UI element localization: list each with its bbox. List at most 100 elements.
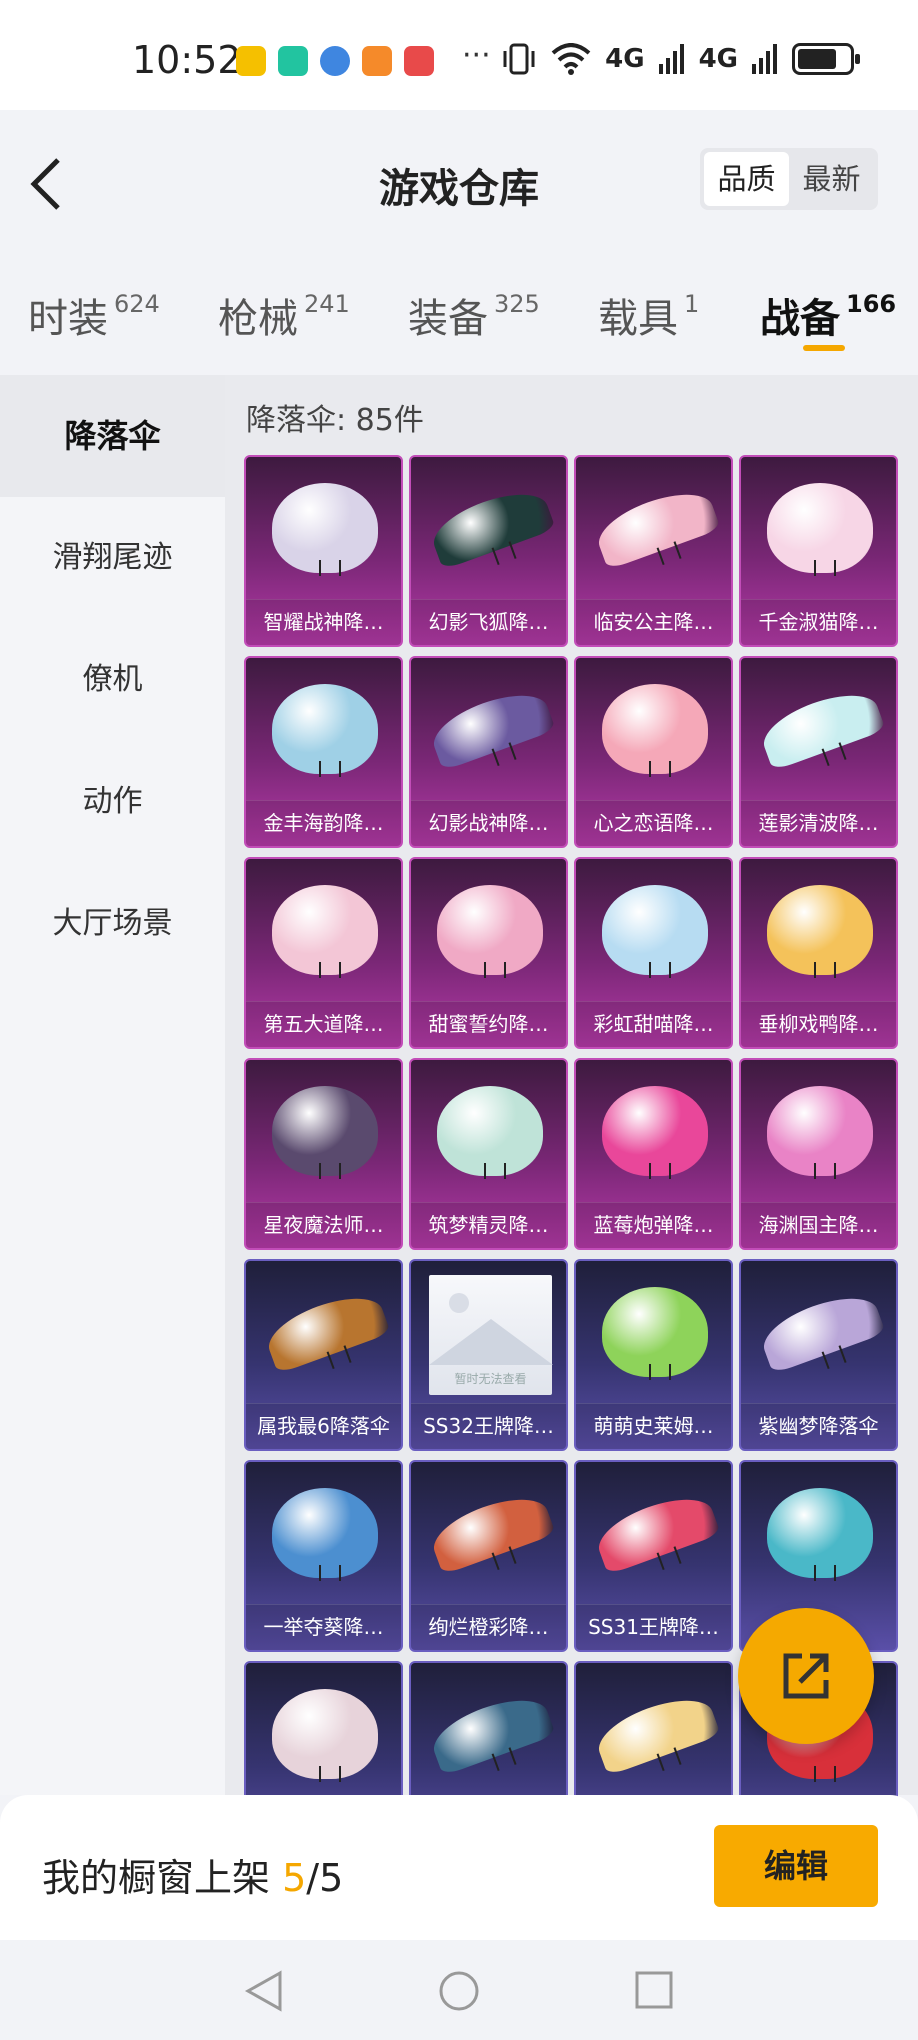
parachute-name: 千金淑猫降… bbox=[741, 599, 896, 645]
signal-1-label: 4G bbox=[605, 44, 645, 74]
image-placeholder: 暂时无法查看 bbox=[429, 1275, 553, 1395]
parachute-card[interactable]: 第五大道降… bbox=[244, 857, 403, 1049]
parachute-image bbox=[426, 1687, 556, 1777]
wifi-icon bbox=[551, 43, 591, 75]
parachute-card[interactable]: 蓝莓炮弹降… bbox=[574, 1058, 733, 1250]
parachute-card[interactable]: 一举夺葵降… bbox=[244, 1460, 403, 1652]
signal-2-icon bbox=[752, 44, 777, 74]
parachute-card[interactable]: 彩虹甜喵降… bbox=[574, 857, 733, 1049]
battery-icon bbox=[792, 43, 860, 75]
parachute-image bbox=[767, 483, 873, 577]
parachute-card[interactable]: 千金淑猫降… bbox=[739, 455, 898, 647]
parachute-card[interactable]: 莲影清波降… bbox=[739, 656, 898, 848]
parachute-name: 甜蜜誓约降… bbox=[411, 1001, 566, 1047]
parachute-name: 萌萌史莱姆… bbox=[576, 1403, 731, 1449]
sidebar-item-emote[interactable]: 动作 bbox=[0, 741, 225, 863]
parachute-card[interactable]: 幻影飞狐降… bbox=[409, 455, 568, 647]
vibrate-icon bbox=[503, 43, 535, 75]
parachute-name: 海渊国主降… bbox=[741, 1202, 896, 1248]
tab-count: 624 bbox=[114, 290, 160, 318]
parachute-name: 星夜魔法师… bbox=[246, 1202, 401, 1248]
parachute-card[interactable]: 幻影战神降… bbox=[409, 656, 568, 848]
parachute-card[interactable]: 萌萌史莱姆… bbox=[574, 1259, 733, 1451]
sidebar-item-wingman[interactable]: 僚机 bbox=[0, 619, 225, 741]
parachute-image bbox=[602, 885, 708, 979]
app-header: 游戏仓库 品质 最新 bbox=[0, 110, 918, 250]
parachute-name: 金丰海韵降… bbox=[246, 800, 401, 846]
status-app-icons bbox=[236, 46, 434, 76]
parachute-card[interactable]: 心之恋语降… bbox=[574, 656, 733, 848]
share-icon bbox=[783, 1653, 829, 1699]
nav-back-icon[interactable] bbox=[244, 1970, 284, 2012]
parachute-card[interactable]: 筑梦精灵降… bbox=[409, 1058, 568, 1250]
parachute-card[interactable]: 紫幽梦降落伞 bbox=[739, 1259, 898, 1451]
tab-label: 载具 bbox=[598, 296, 678, 342]
tab-firearms[interactable]: 枪械 241 bbox=[218, 286, 350, 344]
nav-home-icon[interactable] bbox=[438, 1970, 480, 2012]
parachute-name: 幻影战神降… bbox=[411, 800, 566, 846]
parachute-image bbox=[602, 1287, 708, 1381]
sort-option-quality[interactable]: 品质 bbox=[704, 152, 789, 206]
tab-vehicles[interactable]: 载具 1 bbox=[598, 286, 699, 344]
parachute-image bbox=[261, 1285, 391, 1375]
parachute-card[interactable]: 垂柳戏鸭降… bbox=[739, 857, 898, 1049]
parachute-card[interactable]: SS31王牌降… bbox=[574, 1460, 733, 1652]
parachute-name: 智耀战神降… bbox=[246, 599, 401, 645]
parachute-card[interactable]: 甜蜜誓约降… bbox=[409, 857, 568, 1049]
showcase-text: 我的橱窗上架 bbox=[42, 1856, 283, 1900]
parachute-card[interactable]: 属我最6降落伞 bbox=[244, 1259, 403, 1451]
parachute-image bbox=[272, 483, 378, 577]
app-icon-book bbox=[404, 46, 434, 76]
parachute-name: 紫幽梦降落伞 bbox=[741, 1403, 896, 1449]
parachute-name: 筑梦精灵降… bbox=[411, 1202, 566, 1248]
parachute-name: 心之恋语降… bbox=[576, 800, 731, 846]
tab-count: 166 bbox=[846, 290, 897, 318]
showcase-separator: / bbox=[306, 1856, 320, 1900]
sort-option-newest[interactable]: 最新 bbox=[789, 152, 874, 206]
parachute-card[interactable]: 暂时无法查看 SS32王牌降… bbox=[409, 1259, 568, 1451]
tab-supplies[interactable]: 战备 166 bbox=[760, 286, 896, 344]
status-more-icon: ··· bbox=[462, 38, 491, 73]
tab-equipment[interactable]: 装备 325 bbox=[408, 286, 540, 344]
tab-count: 325 bbox=[494, 290, 540, 318]
edit-button[interactable]: 编辑 bbox=[714, 1825, 878, 1907]
parachute-image bbox=[591, 481, 721, 571]
parachute-name: 绚烂橙彩降… bbox=[411, 1604, 566, 1650]
sidebar-item-parachute[interactable]: 降落伞 bbox=[0, 375, 225, 497]
active-tab-indicator bbox=[803, 345, 845, 351]
tab-label: 战备 bbox=[760, 296, 840, 342]
parachute-image bbox=[602, 1086, 708, 1180]
parachute-card[interactable]: 海渊国主降… bbox=[739, 1058, 898, 1250]
parachute-card[interactable]: 临安公主降… bbox=[574, 455, 733, 647]
parachute-card[interactable]: 金丰海韵降… bbox=[244, 656, 403, 848]
parachute-name: 属我最6降落伞 bbox=[246, 1403, 401, 1449]
parachute-image bbox=[756, 1285, 886, 1375]
sidebar-item-glide-trail[interactable]: 滑翔尾迹 bbox=[0, 497, 225, 619]
tab-count: 1 bbox=[684, 290, 700, 318]
parachute-image bbox=[591, 1687, 721, 1777]
parachute-image bbox=[272, 684, 378, 778]
parachute-image bbox=[437, 1086, 543, 1180]
parachute-image bbox=[767, 1086, 873, 1180]
parachute-card[interactable]: 智耀战神降… bbox=[244, 455, 403, 647]
item-count: 降落伞: 85件 bbox=[246, 403, 424, 438]
sidebar: 降落伞 滑翔尾迹 僚机 动作 大厅场景 bbox=[0, 375, 225, 1795]
showcase-total: 5 bbox=[319, 1856, 344, 1900]
parachute-card[interactable]: 绚烂橙彩降… bbox=[409, 1460, 568, 1652]
share-button[interactable] bbox=[738, 1608, 874, 1744]
signal-2-label: 4G bbox=[698, 44, 738, 74]
parachute-image bbox=[591, 1486, 721, 1576]
app-icon-shield bbox=[278, 46, 308, 76]
parachute-image bbox=[767, 1488, 873, 1582]
showcase-bar: 我的橱窗上架 5/5 编辑 bbox=[0, 1795, 918, 1940]
parachute-card[interactable]: 星夜魔法师… bbox=[244, 1058, 403, 1250]
nav-recents-icon[interactable] bbox=[634, 1970, 674, 2010]
sidebar-item-lobby-scene[interactable]: 大厅场景 bbox=[0, 863, 225, 985]
parachute-image bbox=[437, 885, 543, 979]
parachute-image bbox=[426, 682, 556, 772]
placeholder-text: 暂时无法查看 bbox=[454, 1372, 527, 1386]
tab-fashion[interactable]: 时装 624 bbox=[28, 286, 160, 344]
status-bar: 10:52 ··· 4G 4G bbox=[0, 0, 918, 110]
parachute-name: SS32王牌降… bbox=[411, 1403, 566, 1449]
tab-count: 241 bbox=[304, 290, 350, 318]
